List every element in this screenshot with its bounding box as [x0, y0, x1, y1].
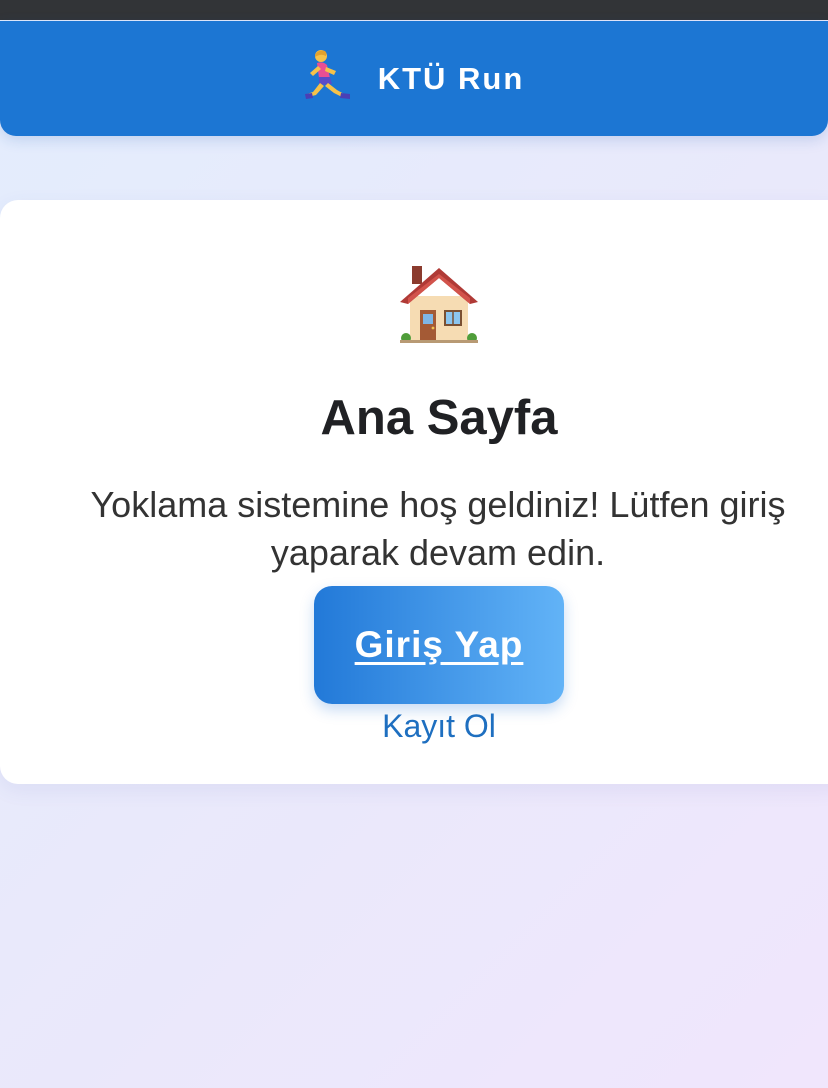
- app-header: KTÜ Run: [0, 21, 828, 136]
- status-bar: [0, 0, 828, 20]
- register-link[interactable]: Kayıt Ol: [0, 706, 828, 746]
- page-title: Ana Sayfa: [320, 391, 558, 445]
- house-icon: [398, 262, 480, 344]
- header-brand: KTÜ Run: [304, 48, 525, 109]
- app-title: KTÜ Run: [377, 60, 525, 96]
- login-button[interactable]: Giriş Yap: [314, 586, 564, 704]
- welcome-message: Yoklama sistemine hoş geldiniz! Lütfen g…: [90, 484, 786, 573]
- runner-icon: [304, 48, 356, 109]
